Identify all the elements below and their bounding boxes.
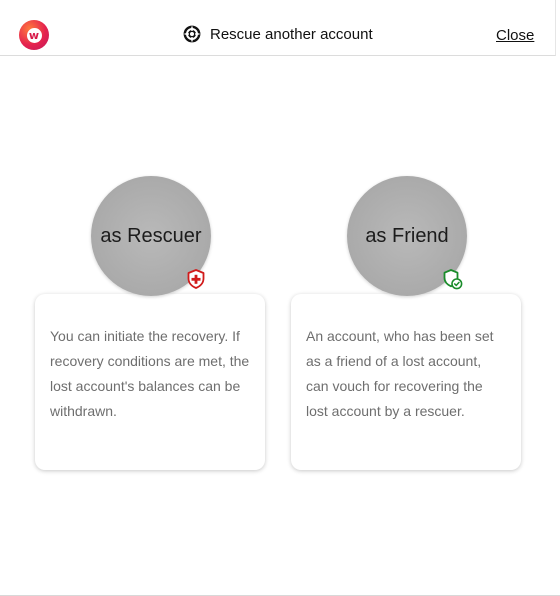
rescuer-option-button[interactable]: as Rescuer: [91, 176, 211, 296]
rescue-account-page: w Rescue another account Close as Rescue…: [0, 0, 560, 596]
page-title: Rescue another account: [183, 24, 373, 44]
app-logo: w: [19, 20, 49, 50]
header-bar: w Rescue another account Close: [0, 0, 556, 56]
lifebuoy-icon: [183, 25, 201, 43]
option-friend: as Friend An account, who has been set a…: [291, 176, 523, 470]
friend-description-card: An account, who has been set as a friend…: [291, 294, 521, 470]
shield-plus-icon: [187, 269, 205, 289]
close-button[interactable]: Close: [496, 27, 534, 44]
option-rescuer: as Rescuer You can initiate the recovery…: [35, 176, 267, 470]
rescuer-description-card: You can initiate the recovery. If recove…: [35, 294, 265, 470]
shield-check-icon: [443, 269, 463, 290]
page-title-text: Rescue another account: [210, 25, 373, 43]
friend-option-button[interactable]: as Friend: [347, 176, 467, 296]
logo-letter: w: [26, 27, 42, 43]
friend-description: An account, who has been set as a friend…: [306, 328, 494, 419]
rescuer-option-label: as Rescuer: [100, 224, 202, 247]
friend-option-label: as Friend: [365, 224, 449, 247]
rescuer-description: You can initiate the recovery. If recove…: [50, 328, 250, 419]
